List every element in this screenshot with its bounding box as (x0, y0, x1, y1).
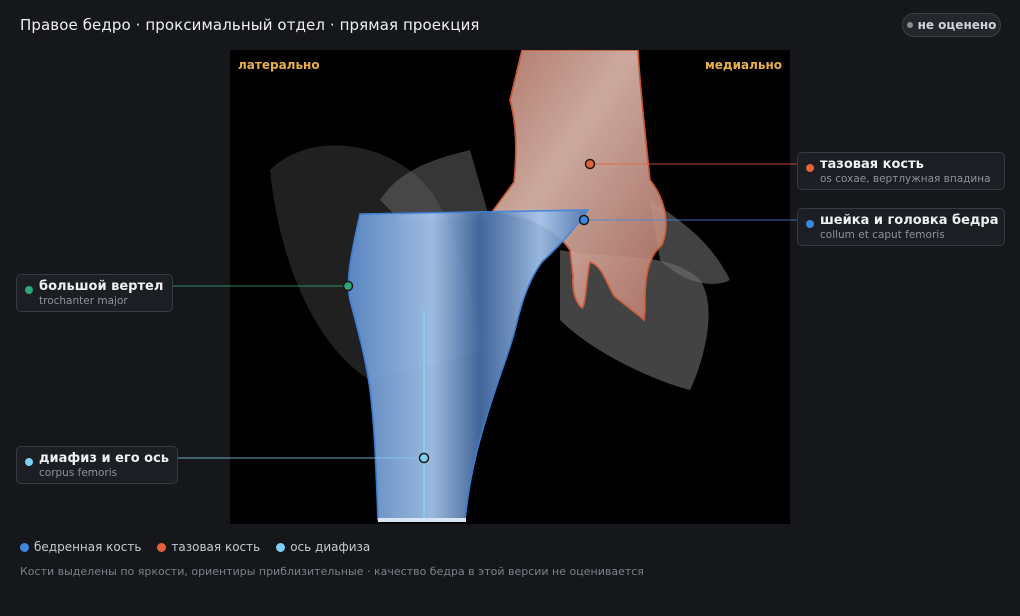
landmark-latin: trochanter major (39, 295, 128, 307)
legend-item-axis: ось диафиза (276, 540, 370, 554)
landmark-label-neck[interactable]: шейка и головка бедра collum et caput fe… (797, 208, 1005, 246)
landmark-label-trochanter[interactable]: большой вертел trochanter major (16, 274, 173, 312)
legend: бедренная кость тазовая кость ось диафиз… (20, 540, 370, 554)
landmark-latin: collum et caput femoris (820, 229, 945, 241)
neck-dot-icon (806, 220, 814, 228)
xray-image (270, 50, 730, 522)
landmark-label-shaft[interactable]: диафиз и его ось corpus femoris (16, 446, 178, 484)
legend-item-femur: бедренная кость (20, 540, 141, 554)
shaft-dot-icon (25, 458, 33, 466)
page-title: Правое бедро · проксимальный отдел · пря… (20, 16, 480, 34)
landmark-name: большой вертел (39, 279, 164, 294)
legend-label: бедренная кость (34, 540, 142, 554)
landmark-label-pelvis[interactable]: тазовая кость os coxae, вертлужная впади… (797, 152, 1005, 190)
status-dot-icon (906, 22, 913, 28)
landmark-latin: corpus femoris (39, 467, 118, 479)
landmark-name: диафиз и его ось (39, 451, 170, 466)
xray-viewer[interactable]: латерально медиально (230, 50, 790, 524)
legend-label: ось диафиза (290, 540, 371, 554)
status-badge[interactable]: не оценено (902, 13, 1001, 37)
footnote: Кости выделены по яркости, ориентиры при… (20, 565, 644, 578)
orientation-lateral: латерально (238, 58, 320, 72)
legend-item-pelvis: тазовая кость (157, 540, 260, 554)
legend-label: тазовая кость (171, 540, 261, 554)
pelvis-swatch-icon (157, 542, 167, 552)
pelvis-dot-icon (806, 164, 814, 172)
landmark-name: шейка и головка бедра (820, 213, 999, 228)
landmark-latin: os coxae, вертлужная впадина (820, 173, 991, 185)
status-badge-label: не оценено (917, 18, 997, 32)
upper-bone-shadow (380, 150, 490, 220)
trochanter-dot-icon (25, 286, 33, 294)
landmark-name: тазовая кость (820, 157, 924, 172)
orientation-medial: медиально (704, 58, 782, 72)
cut-edge (378, 518, 466, 522)
axis-swatch-icon (276, 542, 286, 552)
femur-segmentation (347, 209, 590, 521)
femur-swatch-icon (20, 542, 29, 552)
